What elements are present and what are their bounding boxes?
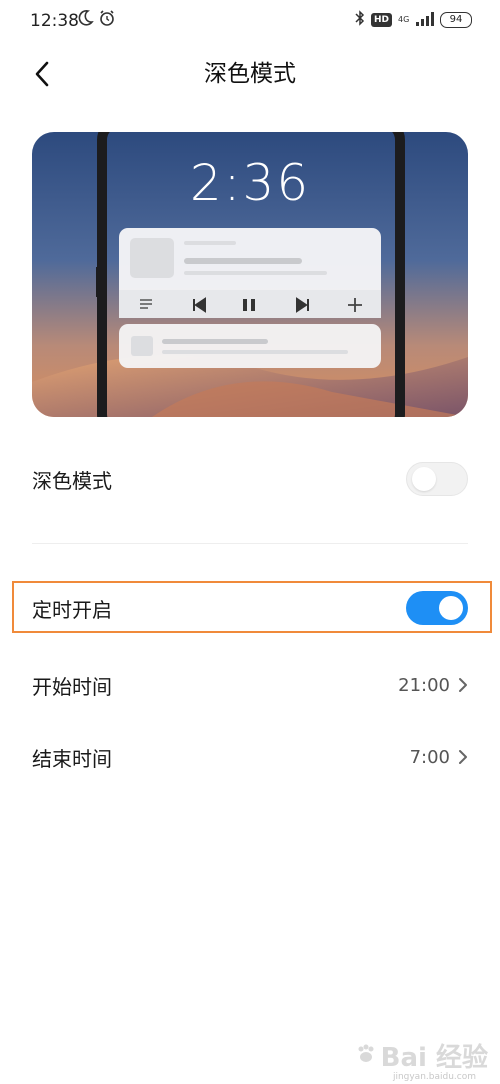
scheduled-toggle[interactable] — [406, 591, 468, 625]
watermark: Bai 经验 — [355, 1037, 488, 1074]
toggle-knob — [412, 467, 436, 491]
toggle-knob — [439, 596, 463, 620]
status-bar: 12:38 HD 4G 94 — [0, 0, 500, 44]
signal-icon — [416, 11, 434, 30]
page-title: 深色模式 — [204, 61, 296, 87]
do-not-disturb-icon — [78, 9, 94, 31]
divider — [32, 543, 468, 544]
status-time: 12:38 — [30, 11, 79, 31]
dark-mode-label: 深色模式 — [32, 468, 112, 493]
network-type: 4G — [398, 15, 410, 24]
scheduled-row[interactable]: 定时开启 — [32, 591, 468, 625]
alarm-icon — [98, 9, 116, 31]
end-time-value: 7:00 — [409, 746, 450, 768]
end-time-row[interactable]: 结束时间 7:00 — [32, 740, 468, 774]
start-time-value: 21:00 — [398, 674, 450, 696]
dark-mode-preview-image: 2:36 — [32, 132, 468, 417]
watermark-url: jingyan.baidu.com — [392, 1072, 476, 1082]
preview-clock: 2:36 — [189, 154, 311, 212]
end-time-label: 结束时间 — [32, 746, 112, 771]
start-time-label: 开始时间 — [32, 674, 112, 699]
scheduled-label: 定时开启 — [32, 597, 112, 622]
dark-mode-row[interactable]: 深色模式 — [32, 462, 468, 496]
chevron-right-icon — [459, 678, 467, 692]
status-icons: HD 4G 94 — [355, 10, 472, 30]
start-time-row[interactable]: 开始时间 21:00 — [32, 668, 468, 702]
hd-badge: HD — [370, 13, 392, 27]
watermark-text: Bai 经验 — [380, 1043, 488, 1073]
paw-icon — [355, 1043, 377, 1069]
dark-mode-toggle[interactable] — [406, 462, 468, 496]
chevron-right-icon — [459, 750, 467, 764]
battery-indicator: 94 — [440, 12, 472, 28]
bluetooth-icon — [355, 10, 365, 30]
